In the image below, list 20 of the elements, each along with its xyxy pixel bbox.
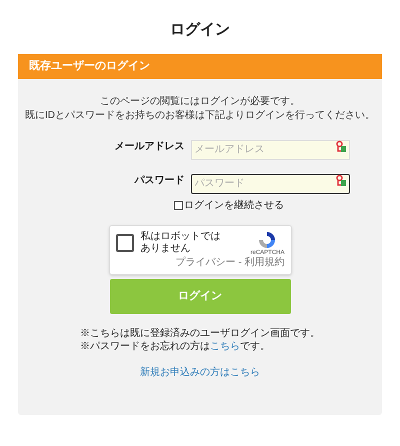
reset-link[interactable]: こちら xyxy=(210,341,240,352)
key-icon xyxy=(336,140,346,152)
email-field[interactable]: メールアドレス xyxy=(190,140,350,160)
page-title: ログイン xyxy=(170,20,230,40)
captcha-label: 私はロボットではありません xyxy=(140,231,222,255)
field-label: パスワード xyxy=(133,174,186,188)
signup-link[interactable]: 新規お申込みの方はこちら xyxy=(140,365,260,380)
note-text: ※こちらは既に登録済みのユーザログイン画面です。 xyxy=(80,327,320,340)
captcha-checkbox[interactable] xyxy=(116,234,134,252)
password-field[interactable]: パスワード xyxy=(190,174,350,194)
remember-checkbox[interactable]: ログインを継続させる xyxy=(174,198,284,213)
panel-header: 既存ユーザーのログイン xyxy=(18,54,382,79)
key-icon xyxy=(336,174,346,186)
checkbox[interactable] xyxy=(174,201,183,210)
field-label: メールアドレス xyxy=(114,140,186,154)
intro-text: 既にIDとパスワードをお持ちのお客様は下記よりログインを行ってください。 xyxy=(25,109,375,123)
recaptcha-logo-icon xyxy=(258,231,276,249)
note-text: ※パスワードをお忘れの方はこちらです。 xyxy=(80,340,270,353)
intro-text: このページの閲覧にはログインが必要です。 xyxy=(100,95,300,109)
captcha-terms-link[interactable]: プライバシー - 利用規約 xyxy=(176,257,284,268)
